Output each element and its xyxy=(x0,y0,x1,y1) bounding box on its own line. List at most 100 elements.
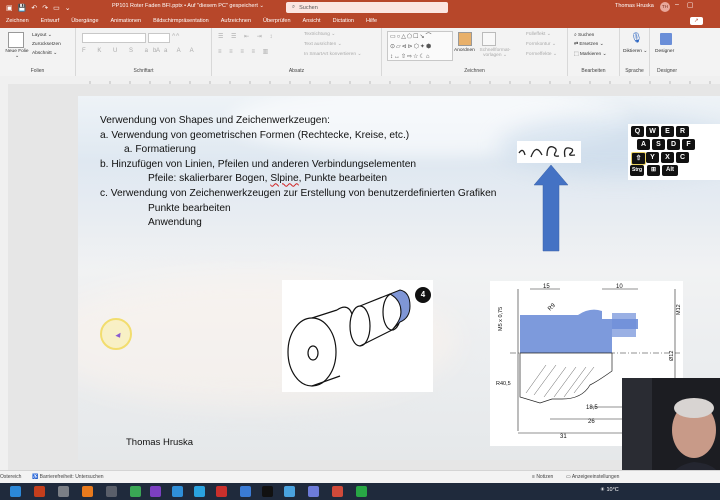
outline-item-c-sub1: Punkte bearbeiten xyxy=(148,202,231,214)
autosave-icon[interactable]: ▣ xyxy=(6,4,13,12)
maximize-icon[interactable]: ▢ xyxy=(687,1,694,9)
teams-taskbar-icon[interactable] xyxy=(308,486,319,497)
outline-button[interactable]: Formkontur ⌄ xyxy=(526,42,556,47)
undo-icon[interactable]: ↶ xyxy=(31,4,37,12)
smartart-button[interactable]: In SmartArt konvertieren ⌄ xyxy=(304,52,361,57)
vlc-taskbar-icon[interactable] xyxy=(82,486,93,497)
font-size-select[interactable] xyxy=(148,33,170,43)
user-name[interactable]: Thomas Hruska xyxy=(615,3,654,9)
tab-dictation[interactable]: Dictation xyxy=(327,15,360,28)
replace-button[interactable]: ⇄ Ersetzen ⌄ xyxy=(574,42,604,47)
key: C xyxy=(676,152,689,163)
find-button[interactable]: ⌕ Suchen xyxy=(574,32,594,38)
arrange-icon[interactable] xyxy=(458,32,472,46)
start-icon[interactable] xyxy=(10,486,21,497)
app-taskbar-icon[interactable] xyxy=(216,486,227,497)
font-color-icons[interactable]: Aa A A xyxy=(156,48,198,54)
font-family-select[interactable] xyxy=(82,33,146,43)
app-taskbar-icon[interactable] xyxy=(240,486,251,497)
accessibility-status[interactable]: ♿ Barrierefreiheit: Untersuchen xyxy=(32,474,104,480)
align-text-button[interactable]: Text ausrichten ⌄ xyxy=(304,42,342,47)
app-taskbar-icon[interactable] xyxy=(332,486,343,497)
status-bar: Ostereich ♿ Barrierefreiheit: Untersuche… xyxy=(0,470,720,484)
search-icon: ⌕ xyxy=(292,4,296,10)
tab-zeichnen[interactable]: Zeichnen xyxy=(0,15,35,28)
section-button[interactable]: Abschnitt ⌄ xyxy=(32,51,57,56)
display-settings-button[interactable]: ▭ Anzeigeeinstellungen xyxy=(566,474,619,480)
key-ctrl: Strg xyxy=(630,165,644,176)
weather-widget[interactable]: ☀ 10°C xyxy=(600,487,619,493)
author-name[interactable]: Thomas Hruska xyxy=(126,437,193,448)
spelling-error-word[interactable]: Slpine xyxy=(270,173,298,184)
search-input[interactable]: ⌕ Suchen xyxy=(286,2,448,13)
dictate-button[interactable]: Diktieren ⌄ xyxy=(623,49,647,54)
microphone-icon[interactable]: 🎙 xyxy=(630,33,643,44)
tab-aufzeichnen[interactable]: Aufzeichnen xyxy=(215,15,257,28)
dim-label: M12 xyxy=(676,304,682,315)
quick-access-more-icon[interactable]: ⌄ xyxy=(65,4,71,12)
present-icon[interactable]: ▭ xyxy=(53,4,60,12)
arrange-button[interactable]: Anordnen xyxy=(454,48,475,53)
group-label-folien: Folien xyxy=(30,68,45,74)
tab-uebergaenge[interactable]: Übergänge xyxy=(65,15,104,28)
tab-animationen[interactable]: Animationen xyxy=(105,15,148,28)
tab-ueberpruefen[interactable]: Überprüfen xyxy=(257,15,297,28)
obs-taskbar-icon[interactable] xyxy=(262,486,273,497)
arrow-up-shape[interactable] xyxy=(532,163,570,253)
app-taskbar-icon[interactable] xyxy=(106,486,117,497)
onenote-taskbar-icon[interactable] xyxy=(150,486,161,497)
quick-styles-icon[interactable] xyxy=(482,32,496,46)
designer-icon[interactable] xyxy=(660,33,672,45)
list-icons[interactable]: ☰ ☰ ⇤ ⇥ ↕ xyxy=(218,33,275,40)
key-alt: Alt xyxy=(662,165,678,176)
select-button[interactable]: ⬚ Markieren ⌄ xyxy=(574,52,607,57)
tab-hilfe[interactable]: Hilfe xyxy=(360,15,383,28)
effects-button[interactable]: Formeffekte ⌄ xyxy=(526,52,557,57)
explorer-taskbar-icon[interactable] xyxy=(58,486,69,497)
layout-button[interactable]: Layout ⌄ xyxy=(32,33,52,38)
font-format-icons[interactable]: F K U S ab xyxy=(82,48,161,54)
align-icons[interactable]: ≡ ≡ ≡ ≡ ▥ xyxy=(218,48,271,55)
curve-shapes-image[interactable] xyxy=(517,141,581,163)
app-taskbar-icon[interactable] xyxy=(356,486,367,497)
dim-label: Ø12 xyxy=(669,351,675,361)
app-taskbar-icon[interactable] xyxy=(284,486,295,497)
mechanical-part-image[interactable] xyxy=(282,280,433,392)
quick-styles-button[interactable]: Schnellformat-vorlagen ⌄ xyxy=(478,48,512,58)
document-title[interactable]: PP101 Roter Faden BFI.pptx • Auf "diesem… xyxy=(112,3,264,9)
slide-outline-textbox[interactable]: Verwendung von Shapes und Zeichenwerkzeu… xyxy=(100,114,496,231)
reset-button[interactable]: Zurücksetzen xyxy=(32,42,61,47)
part-number-badge: 4 xyxy=(415,287,431,303)
tab-bildschirmpraesentation[interactable]: Bildschirmpräsentation xyxy=(147,15,215,28)
shapes-gallery[interactable]: ▭○△⬠☐↘⌒ ⊙▱⊲⊳⬡✦⬢ ↕↔⇧⇨☆☾⌂ xyxy=(387,31,453,61)
designer-button[interactable]: Designer xyxy=(655,49,674,54)
fill-button[interactable]: Fülleffekt ⌄ xyxy=(526,32,551,37)
part-drawing xyxy=(287,289,411,387)
notes-button[interactable]: ≡ Notizen xyxy=(532,474,553,480)
font-grow-icon[interactable]: A A xyxy=(172,33,179,38)
dim-label: R40,5 xyxy=(496,381,511,387)
telegram-taskbar-icon[interactable] xyxy=(194,486,205,497)
save-icon[interactable]: 💾 xyxy=(18,4,27,12)
share-button[interactable]: ↗ xyxy=(690,17,703,25)
new-slide-button[interactable]: Neue Folie ⌄ xyxy=(5,49,29,59)
outline-item-a-sub: a. Formatierung xyxy=(124,144,196,156)
avatar[interactable]: TH xyxy=(660,2,670,12)
keyboard-keys-image[interactable]: Q W E R A S D F ⇧ Y X C Strg ⊞ Alt xyxy=(628,124,720,180)
text-direction-button[interactable]: Textrichtung ⌄ xyxy=(304,32,335,37)
tab-entwurf[interactable]: Entwurf xyxy=(35,15,66,28)
outline-item-c: c. Verwendung von Zeichenwerkzeugen zur … xyxy=(100,187,497,199)
group-sprache: 🎙 Diktieren ⌄ Sprache xyxy=(620,28,650,76)
app-taskbar-icon[interactable] xyxy=(172,486,183,497)
powerpoint-taskbar-icon[interactable] xyxy=(34,486,45,497)
tab-ansicht[interactable]: Ansicht xyxy=(297,15,327,28)
redo-icon[interactable]: ↷ xyxy=(42,4,48,12)
key: S xyxy=(652,139,665,150)
new-slide-icon[interactable] xyxy=(8,32,24,48)
minimize-icon[interactable]: – xyxy=(675,1,679,9)
app-taskbar-icon[interactable] xyxy=(130,486,141,497)
language-status[interactable]: Ostereich xyxy=(0,474,21,480)
key: Y xyxy=(646,152,659,163)
title-bar: ▣ 💾 ↶ ↷ ▭ ⌄ PP101 Roter Faden BFI.pptx •… xyxy=(0,0,720,15)
ribbon-tabs: Zeichnen Entwurf Übergänge Animationen B… xyxy=(0,15,720,28)
